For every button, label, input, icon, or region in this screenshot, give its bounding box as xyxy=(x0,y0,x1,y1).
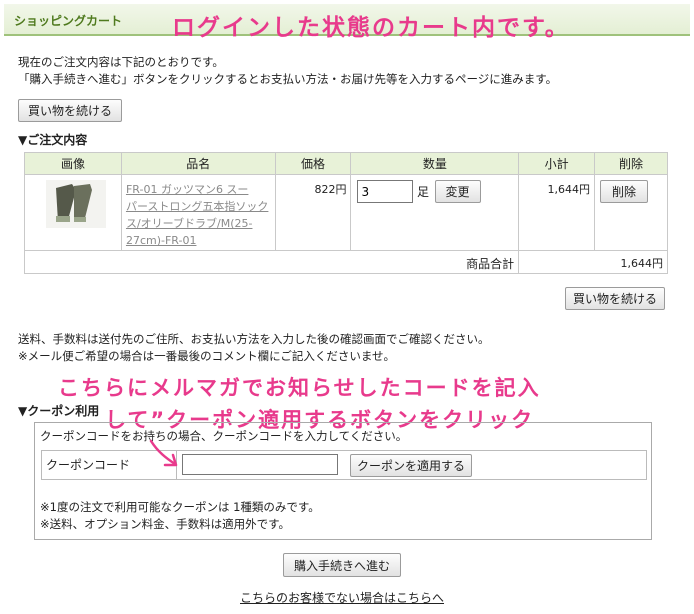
annotation-top: ログインした状態のカート内です。 xyxy=(172,15,570,41)
coupon-section-title: ▼クーポン利用 xyxy=(18,404,100,418)
product-name-cell: FR-01 ガッツマン6 スー パーストロング五本指ソック ス/オリーブドラブ/… xyxy=(120,174,276,251)
coupon-code-row: クーポンコード クーポンを適用する xyxy=(41,450,647,480)
quantity-unit: 足 xyxy=(416,185,429,199)
coupon-box: クーポンコードをお持ちの場合、クーポンコードを入力してください。 クーポンコード… xyxy=(34,422,652,540)
cart-total-label: 商品合計 xyxy=(23,250,520,274)
cart-total-row: 商品合計 1,644円 xyxy=(23,250,668,274)
coupon-instruction: クーポンコードをお持ちの場合、クーポンコードを入力してください。 xyxy=(40,429,408,443)
product-name-link[interactable]: FR-01 ガッツマン6 スー パーストロング五本指ソック ス/オリーブドラブ/… xyxy=(123,176,274,249)
quantity-cell: 足 変更 xyxy=(350,174,520,251)
product-price: 822円 xyxy=(274,174,352,251)
col-header-delete: 削除 xyxy=(594,152,668,175)
delete-item-button[interactable]: 削除 xyxy=(600,180,649,203)
col-header-price: 価格 xyxy=(274,152,352,175)
annotation-arrow-icon xyxy=(149,439,178,467)
not-this-customer-link[interactable]: こちらのお客様でない場合はこちらへ xyxy=(240,589,444,606)
checkout-button[interactable]: 購入手続きへ進む xyxy=(283,553,401,577)
cart-table-header-row: 画像 品名 価格 数量 小計 削除 xyxy=(24,152,668,175)
cart-total-value: 1,644円 xyxy=(518,250,668,274)
product-thumbnail[interactable] xyxy=(46,180,106,228)
product-name-line: 27cm)-FR-01 xyxy=(125,234,197,247)
intro-line-1: 現在のご注文内容は下記のとおりです。 xyxy=(18,55,224,69)
continue-shopping-button-bottom[interactable]: 買い物を続ける xyxy=(565,287,665,310)
coupon-note-1: ※1度の注文で利用可能なクーポンは 1種類のみです。 xyxy=(40,500,320,514)
change-quantity-button[interactable]: 変更 xyxy=(434,180,481,203)
page-title: ショッピングカート xyxy=(14,14,123,28)
order-section-title: ▼ご注文内容 xyxy=(18,133,88,147)
table-row: FR-01 ガッツマン6 スー パーストロング五本指ソック ス/オリーブドラブ/… xyxy=(24,174,668,251)
col-header-quantity: 数量 xyxy=(350,152,520,175)
cart-table: 画像 品名 価格 数量 小計 削除 FR-01 ガッツマン6 スー パーストロン… xyxy=(23,152,668,274)
shipping-note-line-2: ※メール便ご希望の場合は一番最後のコメント欄にご記入くださいませ。 xyxy=(18,349,396,363)
apply-coupon-button[interactable]: クーポンを適用する xyxy=(350,454,472,477)
product-name-line: FR-01 ガッツマン6 スー xyxy=(125,183,249,196)
annotation-coupon-line-1: こちらにメルマガでお知らせしたコードを記入 xyxy=(58,376,541,400)
product-image-cell xyxy=(24,174,122,251)
delete-cell: 削除 xyxy=(594,174,668,251)
coupon-code-input[interactable] xyxy=(182,454,338,475)
col-header-name: 品名 xyxy=(120,152,276,175)
product-name-line: パーストロング五本指ソック xyxy=(125,200,269,213)
shipping-note-line-1: 送料、手数料は送付先のご住所、お支払い方法を入力した後の確認画面でご確認ください… xyxy=(18,332,490,346)
continue-shopping-button-top[interactable]: 買い物を続ける xyxy=(18,99,122,122)
product-subtotal: 1,644円 xyxy=(518,174,596,251)
product-name-line: ス/オリーブドラブ/M(25- xyxy=(125,217,253,230)
coupon-note-2: ※送料、オプション料金、手数料は適用外です。 xyxy=(40,517,290,531)
col-header-subtotal: 小計 xyxy=(518,152,596,175)
quantity-input[interactable] xyxy=(357,180,414,203)
col-header-image: 画像 xyxy=(24,152,122,175)
intro-line-2: 「購入手続きへ進む」ボタンをクリックするとお支払い方法・お届け先等を入力するペー… xyxy=(18,72,558,86)
